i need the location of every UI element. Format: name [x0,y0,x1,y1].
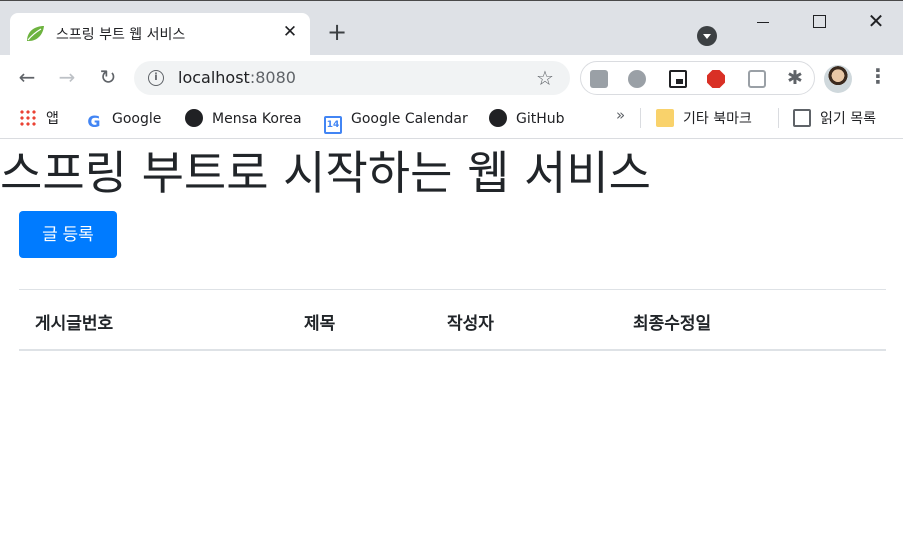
reload-icon[interactable]: ↻ [96,65,120,89]
browser-toolbar: ← → ↻ i localhost:8080 ☆ ✱ ⋮ [0,55,903,101]
google-icon: G [87,112,101,131]
bookmark-label: 앱 [46,111,59,127]
minimize-button[interactable] [738,5,788,37]
avatar[interactable] [824,65,852,93]
tab-title: 스프링 부트 웹 서비스 [56,27,186,43]
bookmarks-overflow-icon[interactable]: » [616,106,625,124]
page-title: 스프링 부트로 시작하는 웹 서비스 [0,146,651,200]
calendar-icon: 14 [324,116,342,134]
bookmark-calendar[interactable]: 14 Google Calendar [324,109,468,134]
divider [640,108,641,128]
browser-tab[interactable]: 스프링 부트 웹 서비스 ✕ [10,13,310,56]
tab-strip: 스프링 부트 웹 서비스 ✕ + ✕ [0,0,903,56]
bookmark-google[interactable]: G Google [85,109,162,131]
bookmark-label: Google Calendar [351,111,468,127]
column-header-modified-date: 최종수정일 [633,314,712,334]
apps-grid-icon [19,109,37,127]
reading-list-icon [793,109,811,127]
bookmark-apps[interactable]: 앱 [19,109,59,129]
url-host: localhost [178,68,250,87]
url-text[interactable]: localhost:8080 [178,68,296,87]
address-bar[interactable]: i localhost:8080 ☆ [134,61,570,95]
bookmarks-bar: 앱 G Google Mensa Korea 14 Google Calendar … [0,101,903,139]
tab-search-icon[interactable] [697,26,717,46]
column-header-author: 작성자 [447,314,494,334]
bookmark-mensa[interactable]: Mensa Korea [185,109,302,129]
url-port: :8080 [249,68,296,87]
bookmark-label: 기타 북마크 [683,111,752,127]
folder-icon [656,109,674,127]
github-icon [489,109,507,127]
picture-in-picture-icon[interactable] [669,70,687,88]
bookmark-github[interactable]: GitHub [489,109,565,129]
bookmark-label: Mensa Korea [212,111,302,127]
mensa-icon [185,109,203,127]
bookmark-label: GitHub [516,111,565,127]
bookmark-label: 읽기 목록 [820,111,876,127]
new-tab-icon[interactable]: + [325,20,349,45]
menu-icon[interactable]: ⋮ [868,65,888,89]
tab-close-icon[interactable]: ✕ [280,22,300,42]
extension-icon[interactable] [590,70,608,88]
bookmark-label: Google [112,111,162,127]
extensions-group: ✱ [580,61,815,95]
site-info-icon[interactable]: i [148,70,164,86]
posts-table: 게시글번호 제목 작성자 최종수정일 [19,289,886,351]
back-icon[interactable]: ← [15,65,39,89]
adblock-icon[interactable] [707,70,725,88]
register-post-button[interactable]: 글 등록 [19,211,117,258]
divider [778,108,779,128]
maximize-button[interactable] [794,5,844,37]
extension-icon[interactable] [748,70,766,88]
column-header-post-number: 게시글번호 [35,314,114,334]
spring-leaf-icon [27,26,44,41]
extension-icon[interactable] [628,70,646,88]
bookmark-reading-list[interactable]: 읽기 목록 [793,109,876,129]
column-header-title: 제목 [304,314,336,334]
forward-icon[interactable]: → [55,65,79,89]
puzzle-icon[interactable]: ✱ [787,69,805,88]
bookmark-star-icon[interactable]: ☆ [536,66,554,90]
bookmark-other[interactable]: 기타 북마크 [656,109,752,129]
close-window-button[interactable]: ✕ [851,5,901,37]
